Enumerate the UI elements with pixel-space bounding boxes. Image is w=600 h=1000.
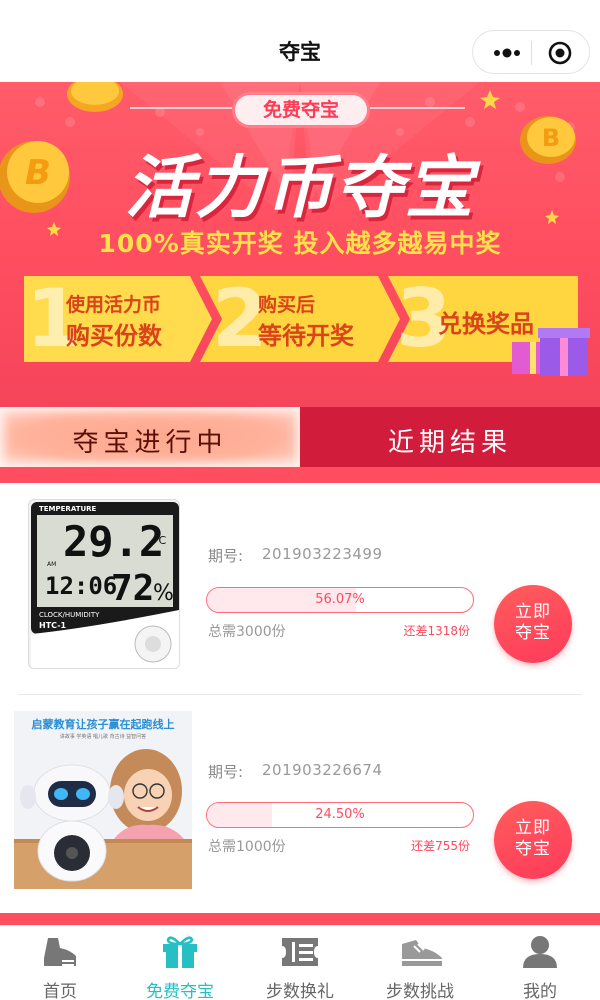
tab-label: 夺宝进行中: [72, 428, 228, 458]
period-label: 期号:: [208, 763, 244, 781]
product-image-robot[interactable]: 启蒙教育让孩子赢在起跑线上 讲故事 学英语 唱儿歌 背古诗 益智问答: [14, 711, 192, 889]
button-line2: 夺宝: [515, 839, 551, 859]
list-item[interactable]: 启蒙教育让孩子赢在起跑线上 讲故事 学英语 唱儿歌 背古诗 益智问答 期号: 2…: [0, 699, 600, 909]
tabbar-label: 免费夺宝: [146, 982, 214, 1000]
close-mini-program-icon[interactable]: [547, 40, 573, 66]
progress-percent: 56.07%: [315, 592, 365, 607]
shoe-icon: [44, 938, 76, 966]
thermometer-pct: %: [153, 581, 174, 606]
banner-subtitle: 100%真实开奖 投入越多越易中奖: [98, 229, 502, 258]
promo-banner[interactable]: B B 免费夺宝 活力币夺宝 100%真实开奖 投入越多越易中奖 1 使用活力币…: [0, 82, 600, 407]
thermometer-model-label: CLOCK/HUMIDITY: [39, 611, 100, 619]
progress-bar: 56.07%: [206, 587, 474, 613]
join-treasure-button[interactable]: 立即 夺宝: [494, 801, 572, 879]
sneaker-icon: [402, 940, 442, 966]
step-line1: 购买后: [258, 294, 316, 316]
thermometer-brand: TEMPERATURE: [39, 505, 97, 513]
period-number: 201903223499: [262, 545, 383, 563]
tab-recent-results[interactable]: 近期结果: [300, 407, 600, 467]
list-bottom-strip: [0, 913, 600, 925]
gift-icon: [163, 936, 197, 968]
join-treasure-button[interactable]: 立即 夺宝: [494, 585, 572, 663]
banner-title: 活力币夺宝: [124, 149, 475, 228]
thermometer-temp: 29.2: [63, 517, 164, 566]
robot-headline: 启蒙教育让孩子赢在起跑线上: [32, 717, 175, 731]
thermometer-am: AM: [47, 561, 56, 568]
step-3: 3 兑换奖品: [390, 274, 580, 364]
step-1: 1 使用活力币 购买份数: [22, 274, 202, 364]
button-line1: 立即: [515, 602, 551, 622]
tabbar-label: 步数挑战: [386, 982, 454, 1000]
period-label: 期号:: [208, 547, 244, 565]
step-line2: 购买份数: [66, 322, 162, 350]
thermometer-time: 12:06: [45, 572, 117, 600]
coin-icon: [67, 82, 123, 112]
mini-program-capsule: [472, 30, 590, 74]
user-icon: [523, 936, 557, 968]
tabbar-item-steps-gift[interactable]: 步数换礼: [240, 926, 360, 1000]
treasure-list: TEMPERATURE 29.2 °C AM 12:06 72 % CLOCK/…: [0, 483, 600, 913]
total-shares: 总需1000份: [208, 839, 286, 855]
step-line2: 兑换奖品: [438, 310, 534, 338]
step-line2: 等待开奖: [258, 322, 354, 350]
button-line1: 立即: [515, 818, 551, 838]
thermometer-humidity: 72: [111, 568, 154, 609]
remaining-shares: 还差755份: [411, 839, 470, 853]
remaining-shares: 还差1318份: [403, 624, 470, 638]
tabbar-item-mine[interactable]: 我的: [480, 926, 600, 1000]
how-it-works-steps: 1 使用活力币 购买份数 2 购买后 等待开奖 3 兑换奖品: [22, 274, 580, 364]
tabbar-label: 步数换礼: [266, 982, 334, 1000]
button-line2: 夺宝: [515, 623, 551, 643]
more-icon[interactable]: [487, 41, 531, 65]
capsule-divider: [531, 41, 532, 65]
navigation-bar: 夺宝: [0, 0, 600, 82]
tabbar-item-free-treasure[interactable]: 免费夺宝: [120, 926, 240, 1000]
ticket-icon: [282, 938, 318, 966]
tabbar-item-steps-challenge[interactable]: 步数挑战: [360, 926, 480, 1000]
tabbar-label: 首页: [43, 982, 77, 1000]
robot-subline: 讲故事 学英语 唱儿歌 背古诗 益智问答: [60, 733, 146, 740]
tab-in-progress[interactable]: 夺宝进行中: [0, 407, 300, 467]
step-2: 2 购买后 等待开奖: [208, 274, 388, 364]
tabbar-item-home[interactable]: 首页: [0, 926, 120, 1000]
list-item[interactable]: TEMPERATURE 29.2 °C AM 12:06 72 % CLOCK/…: [0, 483, 600, 695]
free-treasure-pill: 免费夺宝: [232, 92, 370, 128]
item-divider: [18, 694, 582, 695]
progress-percent: 24.50%: [315, 807, 365, 822]
treasure-tabs: 夺宝进行中 近期结果: [0, 407, 600, 467]
period-number: 201903226674: [262, 761, 383, 779]
bottom-tab-bar: 首页 免费夺宝 步数换礼 步数挑战 我的: [0, 925, 600, 1000]
progress-bar: 24.50%: [206, 802, 474, 828]
thermometer-model: HTC-1: [39, 621, 67, 630]
total-shares: 总需3000份: [208, 624, 286, 640]
tabbar-label: 我的: [523, 982, 557, 1000]
step-line1: 使用活力币: [66, 294, 162, 316]
product-image-thermometer[interactable]: TEMPERATURE 29.2 °C AM 12:06 72 % CLOCK/…: [28, 499, 180, 669]
thermometer-unit: °C: [153, 534, 167, 547]
section-divider: [0, 467, 600, 483]
tab-label: 近期结果: [387, 428, 512, 458]
